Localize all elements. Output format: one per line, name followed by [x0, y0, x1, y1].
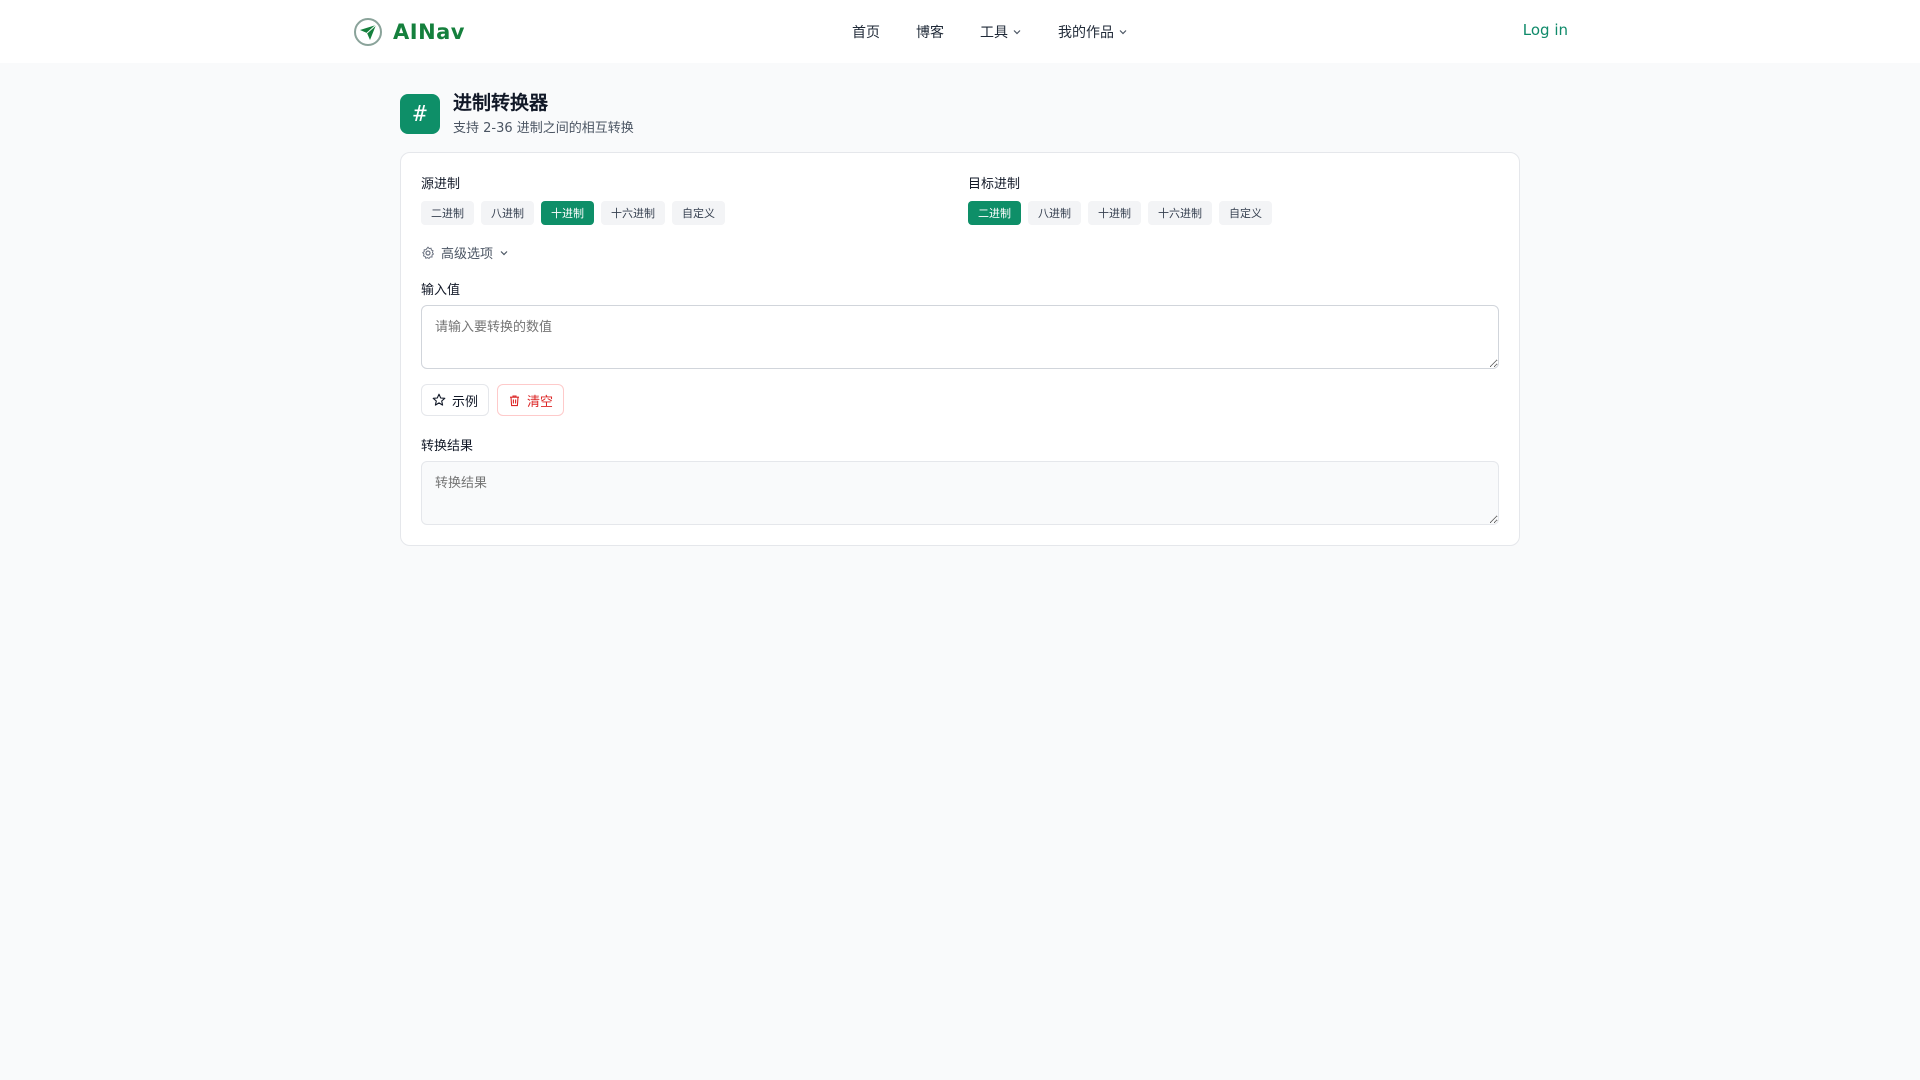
nav-item-label: 博客	[916, 25, 944, 41]
target-option-decimal[interactable]: 十进制	[1088, 201, 1141, 225]
target-base-options: 二进制 八进制 十进制 十六进制 自定义	[968, 201, 1272, 225]
brand-name: AINav	[393, 20, 466, 44]
nav-item-blog[interactable]: 博客	[916, 22, 944, 42]
chevron-down-icon	[500, 250, 508, 255]
target-base-label: 目标进制	[968, 177, 1021, 192]
clear-button[interactable]: 清空	[497, 384, 565, 416]
nav-item-label: 首页	[852, 25, 880, 41]
source-option-binary[interactable]: 二进制	[421, 201, 474, 225]
hash-icon: #	[400, 94, 440, 134]
nav-item-label: 工具	[980, 25, 1008, 41]
source-base-options: 二进制 八进制 十进制 十六进制 自定义	[421, 201, 725, 225]
target-option-binary[interactable]: 二进制	[968, 201, 1021, 225]
chevron-down-icon	[1119, 30, 1127, 35]
converter-card: 源进制 二进制 八进制 十进制 十六进制 自定义 目标进制 二进制 八进制 十进…	[400, 152, 1520, 546]
target-base-group: 目标进制 二进制 八进制 十进制 十六进制 自定义	[968, 173, 1272, 225]
page-title: 进制转换器	[453, 92, 549, 114]
action-buttons: 示例 清空	[421, 384, 565, 416]
target-option-octal[interactable]: 八进制	[1028, 201, 1081, 225]
source-base-group: 源进制 二进制 八进制 十进制 十六进制 自定义	[421, 173, 725, 225]
source-option-custom[interactable]: 自定义	[672, 201, 725, 225]
nav-item-tools[interactable]: 工具	[980, 22, 1022, 42]
page-header: # 进制转换器 支持 2-36 进制之间的相互转换	[400, 92, 634, 136]
source-option-octal[interactable]: 八进制	[481, 201, 534, 225]
paper-plane-logo-icon	[354, 18, 382, 46]
nav-item-home[interactable]: 首页	[852, 22, 880, 42]
main-nav: 首页 博客 工具 我的作品	[852, 21, 1128, 43]
nav-item-label: 我的作品	[1058, 25, 1114, 41]
target-option-custom[interactable]: 自定义	[1219, 201, 1272, 225]
brand-link[interactable]: AINav	[353, 17, 465, 47]
advanced-options-toggle[interactable]: 高级选项	[421, 243, 509, 262]
login-link[interactable]: Log in	[1523, 21, 1568, 39]
target-option-hex[interactable]: 十六进制	[1148, 201, 1212, 225]
source-option-hex[interactable]: 十六进制	[601, 201, 665, 225]
result-label: 转换结果	[421, 439, 474, 454]
example-button-label: 示例	[452, 394, 479, 410]
gear-icon	[422, 245, 435, 259]
input-value-field[interactable]	[421, 305, 1499, 369]
advanced-options-label: 高级选项	[441, 247, 494, 262]
nav-item-my-works[interactable]: 我的作品	[1058, 22, 1128, 42]
example-button[interactable]: 示例	[421, 384, 490, 416]
source-option-decimal[interactable]: 十进制	[541, 201, 594, 225]
clear-button-label: 清空	[527, 394, 554, 410]
source-base-label: 源进制	[421, 177, 461, 192]
page-subtitle: 支持 2-36 进制之间的相互转换	[453, 121, 634, 136]
chevron-down-icon	[1013, 30, 1021, 35]
star-icon	[432, 393, 446, 406]
top-navigation-bar: AINav 首页 博客 工具 我的作品 Log in	[0, 0, 1920, 63]
trash-icon	[510, 394, 520, 406]
result-output-field[interactable]	[421, 461, 1499, 525]
input-label: 输入值	[421, 283, 461, 298]
